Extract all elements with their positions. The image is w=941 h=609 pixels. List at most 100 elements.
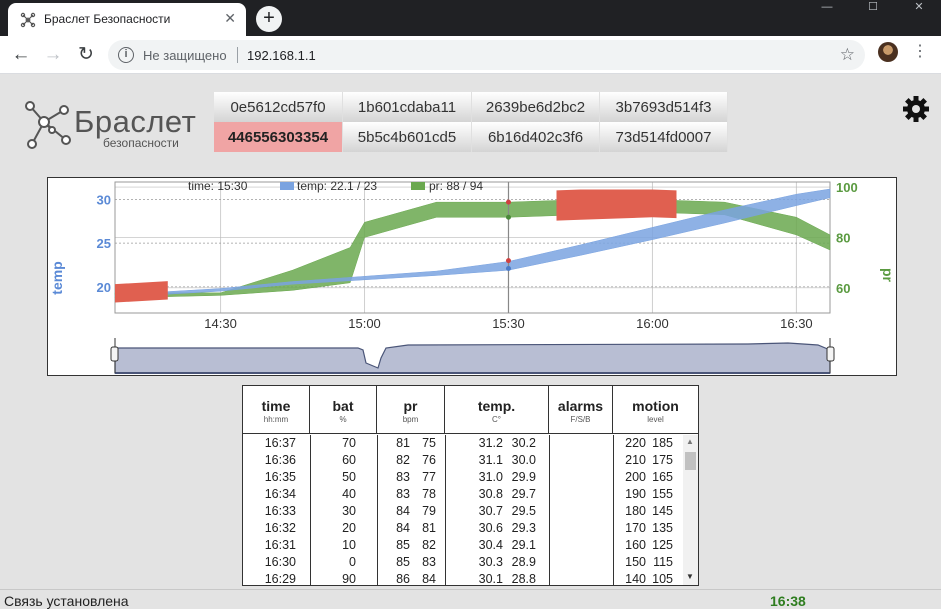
table-cell: 40: [342, 487, 356, 501]
column-header[interactable]: bat%: [310, 386, 377, 434]
table-row[interactable]: 16:33 30 84 79 30.7 29.5 180 145: [243, 503, 683, 520]
table-header: time hh:mm bat% pr bpm temp. C° alarms F/S/B moti…: [243, 386, 698, 434]
address-bar[interactable]: i Не защищено 192.168.1.1 ☆: [108, 40, 865, 70]
device-tab[interactable]: 3b7693d514f3: [600, 92, 728, 122]
column-header[interactable]: motion level: [613, 386, 698, 434]
reload-icon[interactable]: ↻: [73, 42, 99, 68]
app-logo-icon: [20, 12, 36, 28]
table-cell: 77: [422, 470, 436, 484]
table-cell: 16:35: [264, 470, 296, 484]
table-scrollbar[interactable]: ▲ ▼: [683, 435, 698, 585]
range-handle-left[interactable]: [110, 346, 119, 362]
new-tab-button[interactable]: +: [256, 6, 282, 32]
table-cell: 81: [396, 436, 410, 450]
y-left-tick-label: 25: [97, 236, 111, 251]
table-cell: 30.7: [478, 504, 503, 518]
table-cell: 16:30: [264, 555, 296, 569]
column-unit: hh:mm: [263, 415, 289, 424]
table-cell: 29.1: [511, 538, 536, 552]
column-header[interactable]: pr bpm: [377, 386, 445, 434]
column-unit: %: [339, 415, 347, 424]
browser-menu-icon[interactable]: ⋮: [912, 44, 928, 60]
device-tab[interactable]: 5b5c4b601cd5: [343, 122, 472, 152]
back-icon[interactable]: ←: [8, 42, 34, 68]
table-cell: 165: [652, 470, 673, 484]
device-tab[interactable]: 73d514fd0007: [600, 122, 728, 152]
tab-close-icon[interactable]: ✕: [224, 10, 236, 27]
column-header[interactable]: temp. C°: [445, 386, 549, 434]
column-header[interactable]: time hh:mm: [243, 386, 310, 434]
table-cell: 150: [625, 555, 646, 569]
table-cell: 29.3: [511, 521, 536, 535]
column-header[interactable]: alarms F/S/B: [549, 386, 613, 434]
scroll-up-icon[interactable]: ▲: [686, 437, 694, 446]
browser-toolbar: ← → ↻ i Не защищено 192.168.1.1 ☆: [0, 36, 941, 74]
forward-icon[interactable]: →: [40, 42, 66, 68]
table-row[interactable]: 16:34 40 83 78 30.8 29.7 190 155: [243, 486, 683, 503]
table-cell: 170: [625, 521, 646, 535]
scroll-thumb[interactable]: [685, 452, 696, 470]
sensor-chart[interactable]: 14:30 15:00 15:30 16:00 16:30 20 25 30 60 80 100 te…: [47, 177, 897, 376]
column-unit: F/S/B: [570, 415, 591, 424]
table-cell: 83: [396, 487, 410, 501]
range-navigator[interactable]: [114, 342, 831, 374]
table-row[interactable]: 16:31 10 85 82 30.4 29.1 160 125: [243, 537, 683, 554]
table-row[interactable]: 16:36 60 82 76 31.1 30.0 210 175: [243, 452, 683, 469]
table-cell: 75: [422, 436, 436, 450]
table-cell: 30.8: [478, 487, 503, 501]
table-cell: 29.5: [511, 504, 536, 518]
status-bar: Связь установлена 16:38: [0, 589, 941, 609]
x-tick-label: 14:30: [204, 316, 237, 331]
column-title: pr: [403, 398, 418, 414]
bracelet-logo-icon: [25, 101, 71, 149]
maximize-icon[interactable]: ☐: [850, 0, 896, 16]
chart-svg[interactable]: 14:30 15:00 15:30 16:00 16:30 20 25 30 60 80 100 te…: [48, 178, 896, 375]
device-tab[interactable]: 1b601cdaba11: [343, 92, 472, 122]
device-tab[interactable]: 0e5612cd57f0: [214, 92, 343, 122]
legend-pr-swatch: [411, 182, 425, 190]
table-cell: 0: [349, 555, 356, 569]
table-cell: 30.4: [478, 538, 503, 552]
table-row[interactable]: 16:37 70 81 75 31.2 30.2 220 185: [243, 435, 683, 452]
table-row[interactable]: 16:30 0 85 83 30.3 28.9 150 115: [243, 554, 683, 571]
scroll-down-icon[interactable]: ▼: [686, 572, 694, 581]
table-cell: 20: [342, 521, 356, 535]
table-row[interactable]: 16:35 50 83 77 31.0 29.9 200 165: [243, 469, 683, 486]
status-clock: 16:38: [770, 593, 806, 609]
window-close-icon[interactable]: ✕: [896, 0, 941, 16]
info-icon[interactable]: i: [118, 47, 134, 63]
url-text[interactable]: 192.168.1.1: [247, 48, 316, 63]
browser-tab[interactable]: Браслет Безопасности ✕: [8, 3, 246, 36]
table-cell: 10: [342, 538, 356, 552]
bookmark-star-icon[interactable]: ☆: [840, 45, 855, 65]
alarm-band[interactable]: [115, 179, 830, 303]
table-cell: 16:37: [264, 436, 296, 450]
table-cell: 29.7: [511, 487, 536, 501]
table-cell: 30.6: [478, 521, 503, 535]
readings-table: time hh:mm bat% pr bpm temp. C° alarms F/S/B moti…: [242, 385, 699, 586]
table-cell: 31.1: [478, 453, 503, 467]
table-cell: 16:32: [264, 521, 296, 535]
table-cell: 30.1: [478, 572, 503, 586]
device-tab[interactable]: 446556303354: [214, 122, 343, 152]
device-tab[interactable]: 2639be6d2bc2: [472, 92, 600, 122]
table-cell: 105: [652, 572, 673, 586]
profile-avatar[interactable]: [878, 42, 898, 62]
table-cell: 115: [653, 555, 673, 569]
cursor-marker: [505, 214, 511, 220]
device-tab[interactable]: 6b16d402c3f6: [472, 122, 600, 152]
table-cell: 190: [625, 487, 646, 501]
settings-gear-icon[interactable]: [901, 94, 931, 124]
y-right-axis-label: pr: [880, 268, 896, 283]
table-cell: 90: [342, 572, 356, 586]
range-handle-right[interactable]: [826, 346, 835, 362]
minimize-icon[interactable]: —: [804, 0, 850, 16]
table-body[interactable]: ▲ ▼ 16:37 70 81 75 31.2 30.2 220 185 16:36 60 82 76…: [243, 435, 698, 586]
table-row[interactable]: 16:32 20 84 81 30.6 29.3 170 135: [243, 520, 683, 537]
device-selector: 0e5612cd57f0 1b601cdaba11 2639be6d2bc2 3b76…: [214, 92, 728, 152]
x-tick-label: 16:00: [636, 316, 669, 331]
table-cell: 175: [652, 453, 673, 467]
cursor-marker: [505, 265, 511, 271]
table-row[interactable]: 16:29 90 86 84 30.1 28.8 140 105: [243, 571, 683, 586]
omnibox-divider: [237, 47, 238, 63]
